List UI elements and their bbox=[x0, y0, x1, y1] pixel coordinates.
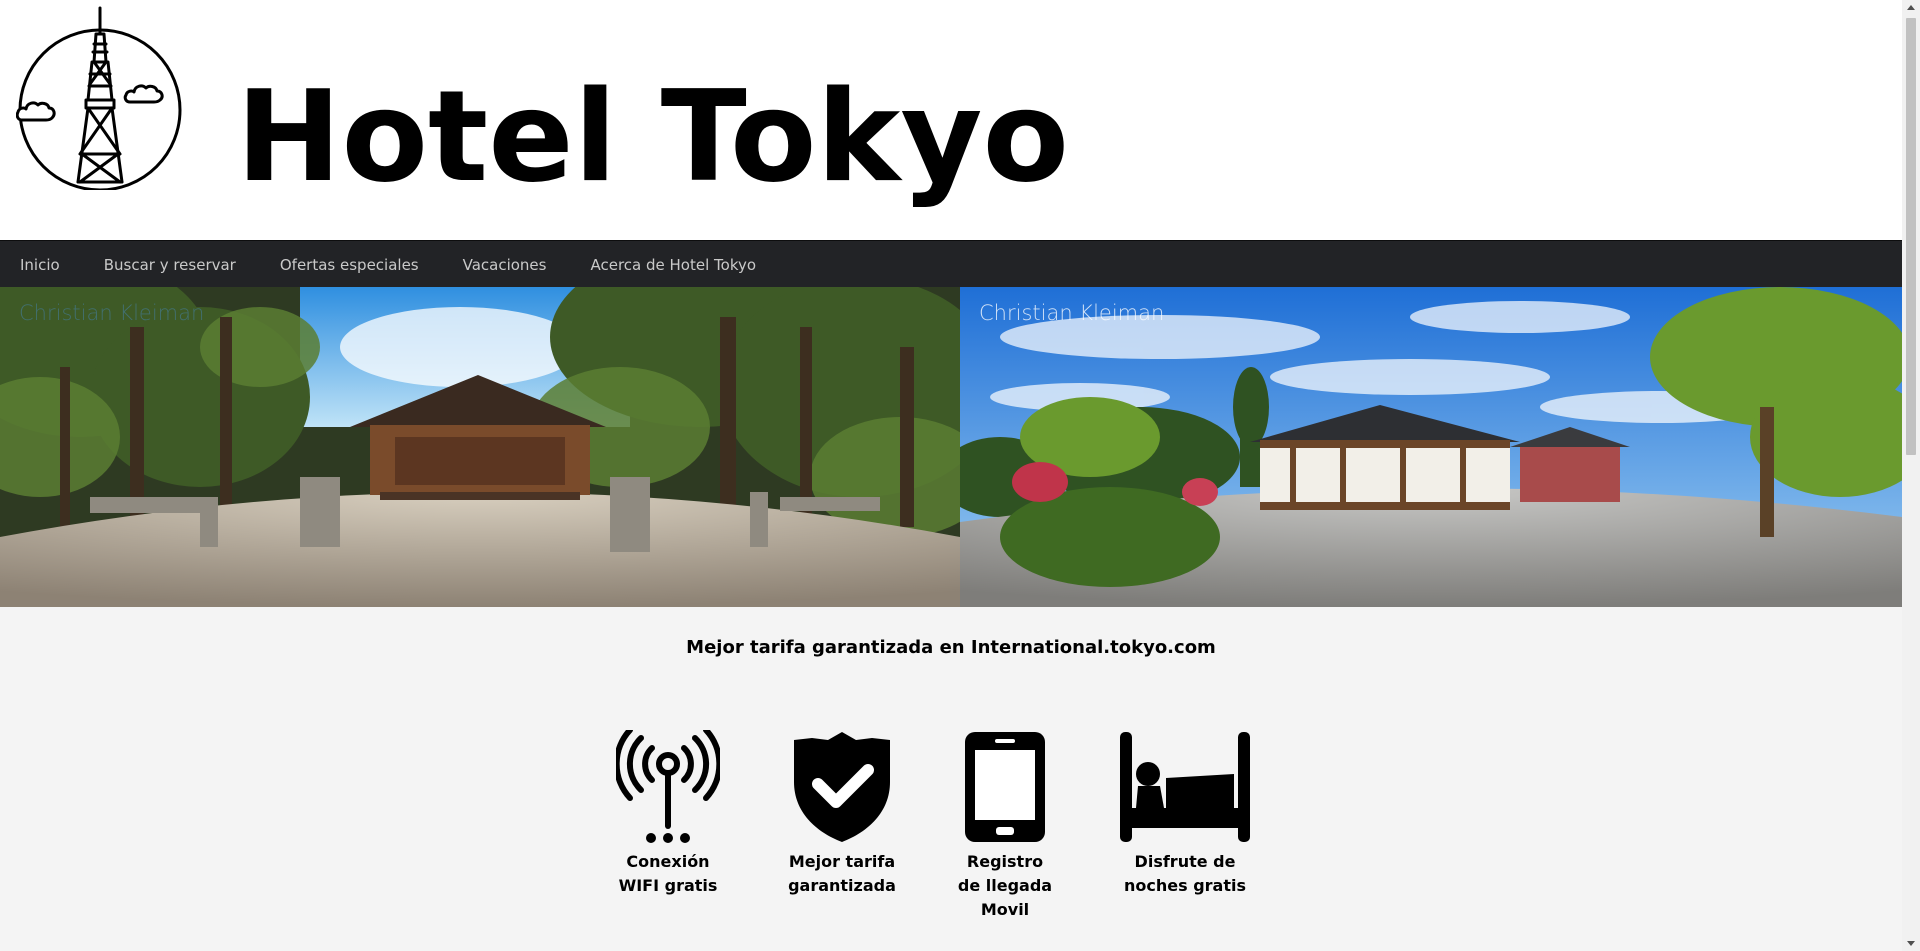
shrine-panorama-image: Christian Kleiman bbox=[0, 287, 960, 607]
wifi-antenna-icon bbox=[616, 730, 720, 843]
feature-label-line: Disfrute de bbox=[1134, 852, 1236, 871]
tokyo-tower-icon[interactable] bbox=[15, 4, 184, 192]
page-title: Hotel Tokyo bbox=[236, 63, 1070, 210]
feature-label-line: Conexión bbox=[626, 852, 710, 871]
feature-wifi: Conexión WIFI gratis bbox=[608, 730, 728, 898]
scroll-down-arrow-icon[interactable] bbox=[1907, 941, 1915, 946]
best-rate-tagline: Mejor tarifa garantizada en Internationa… bbox=[686, 637, 1216, 658]
hero-banner: Christian Kleiman Christian Kleiman bbox=[0, 287, 1902, 607]
nav-item-inicio[interactable]: Inicio bbox=[0, 256, 82, 274]
nav-item-buscar-reservar[interactable]: Buscar y reservar bbox=[82, 256, 258, 274]
nav-item-acerca-de[interactable]: Acerca de Hotel Tokyo bbox=[568, 256, 778, 274]
site-header: Hotel Tokyo bbox=[0, 0, 1902, 240]
photo-credit: Christian Kleiman bbox=[979, 301, 1165, 325]
feature-label-line: de llegada bbox=[957, 876, 1053, 895]
shield-check-icon bbox=[794, 732, 890, 842]
smartphone-icon bbox=[965, 732, 1045, 842]
nav-list: Inicio Buscar y reservar Ofertas especia… bbox=[0, 241, 1902, 288]
feature-label-line: Registro bbox=[966, 852, 1044, 871]
feature-free-nights: Disfrute de noches gratis bbox=[1110, 730, 1260, 898]
feature-label-line: Movil bbox=[980, 900, 1030, 919]
scroll-thumb[interactable] bbox=[1906, 18, 1916, 455]
bed-icon bbox=[1120, 732, 1250, 842]
scroll-up-arrow-icon[interactable] bbox=[1907, 5, 1915, 10]
feature-label-line: Mejor tarifa bbox=[788, 852, 896, 871]
house-panorama-image: Christian Kleiman bbox=[960, 287, 1902, 607]
vertical-scrollbar[interactable] bbox=[1902, 0, 1920, 951]
main-navbar: Inicio Buscar y reservar Ofertas especia… bbox=[0, 240, 1902, 288]
feature-label-line: garantizada bbox=[788, 876, 896, 895]
feature-best-rate: Mejor tarifa garantizada bbox=[782, 730, 902, 898]
nav-item-ofertas-especiales[interactable]: Ofertas especiales bbox=[258, 256, 441, 274]
feature-mobile-checkin: Registro de llegada Movil bbox=[945, 730, 1065, 922]
nav-item-vacaciones[interactable]: Vacaciones bbox=[441, 256, 569, 274]
feature-label-line: noches gratis bbox=[1124, 876, 1246, 895]
feature-label-line: WIFI gratis bbox=[618, 876, 718, 895]
photo-credit: Christian Kleiman bbox=[19, 301, 205, 325]
